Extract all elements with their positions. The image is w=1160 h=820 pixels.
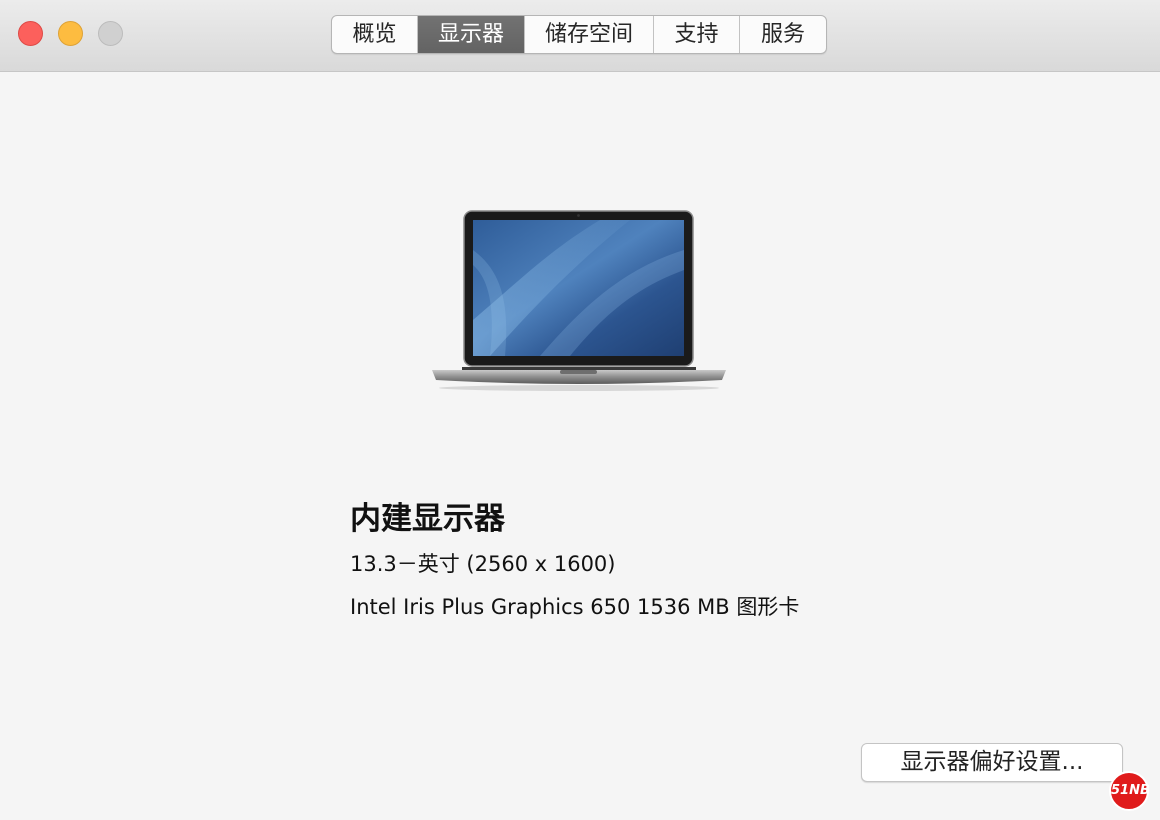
display-size-resolution: 13.3－英寸 (2560 x 1600): [350, 552, 616, 576]
zoom-button: [98, 21, 123, 46]
macbook-image: [430, 210, 728, 392]
about-this-mac-window: 概览 显示器 储存空间 支持 服务 内建显示器 13.3－英寸 (2560 x …: [0, 0, 1160, 820]
minimize-button[interactable]: [58, 21, 83, 46]
tab-bar: 概览 显示器 储存空间 支持 服务: [331, 15, 827, 54]
tab-overview[interactable]: 概览: [332, 16, 418, 53]
display-title: 内建显示器: [350, 501, 505, 537]
tab-storage[interactable]: 储存空间: [525, 16, 654, 53]
watermark-logo: 51NB: [1109, 771, 1150, 811]
display-preferences-button[interactable]: 显示器偏好设置...: [861, 743, 1123, 782]
tab-service[interactable]: 服务: [740, 16, 826, 53]
tab-displays[interactable]: 显示器: [418, 16, 525, 53]
close-button[interactable]: [18, 21, 43, 46]
display-graphics: Intel Iris Plus Graphics 650 1536 MB 图形卡: [350, 595, 800, 619]
title-bar: 概览 显示器 储存空间 支持 服务: [0, 0, 1160, 72]
tab-support[interactable]: 支持: [654, 16, 740, 53]
